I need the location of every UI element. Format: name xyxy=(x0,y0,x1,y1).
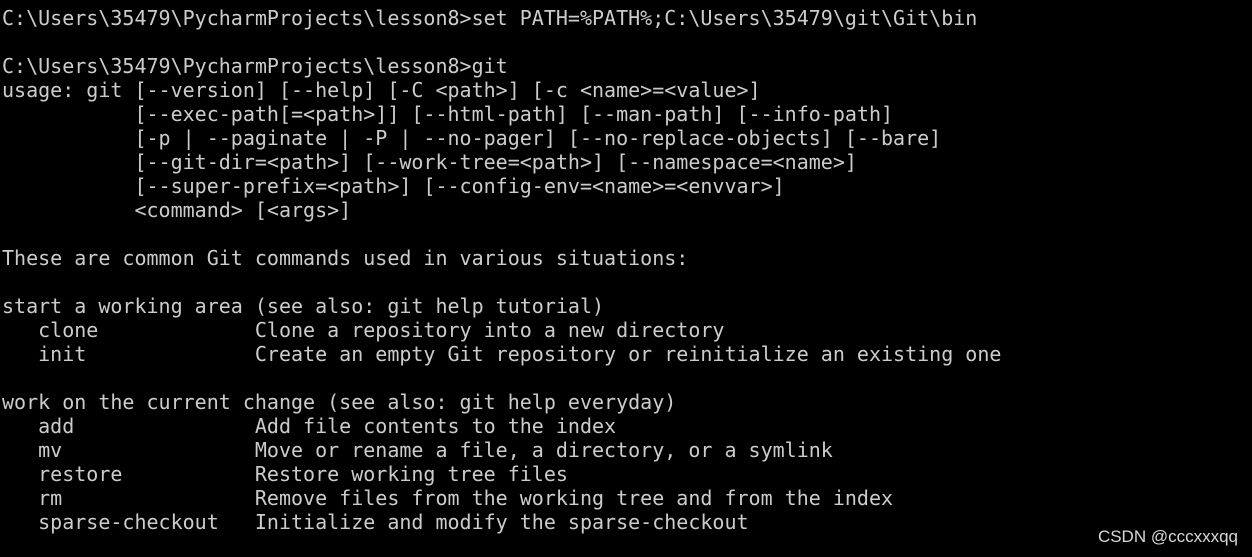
prompt-line: C:\Users\35479\PycharmProjects\lesson8>g… xyxy=(2,54,508,78)
prompt-line: C:\Users\35479\PycharmProjects\lesson8>s… xyxy=(2,6,978,30)
command-line: sparse-checkout Initialize and modify th… xyxy=(2,510,749,534)
terminal-output: C:\Users\35479\PycharmProjects\lesson8>s… xyxy=(0,0,1252,557)
command-line: mv Move or rename a file, a directory, o… xyxy=(2,438,833,462)
usage-line: [--super-prefix=<path>] [--config-env=<n… xyxy=(2,174,785,198)
command-line: restore Restore working tree files xyxy=(2,462,568,486)
section-intro-line: These are common Git commands used in va… xyxy=(2,246,689,270)
watermark-text: CSDN @cccxxxqq xyxy=(1097,527,1238,546)
usage-line: [-p | --paginate | -P | --no-pager] [--n… xyxy=(2,126,942,150)
usage-line: usage: git [--version] [--help] [-C <pat… xyxy=(2,78,761,102)
usage-line: <command> [<args>] xyxy=(2,198,352,222)
command-line: rm Remove files from the working tree an… xyxy=(2,486,894,510)
usage-line: [--git-dir=<path>] [--work-tree=<path>] … xyxy=(2,150,857,174)
command-line: clone Clone a repository into a new dire… xyxy=(2,318,725,342)
command-line: init Create an empty Git repository or r… xyxy=(2,342,1002,366)
usage-line: [--exec-path[=<path>]] [--html-path] [--… xyxy=(2,102,894,126)
section-heading-line: work on the current change (see also: gi… xyxy=(2,390,677,414)
command-line: add Add file contents to the index xyxy=(2,414,617,438)
section-heading-line: start a working area (see also: git help… xyxy=(2,294,605,318)
